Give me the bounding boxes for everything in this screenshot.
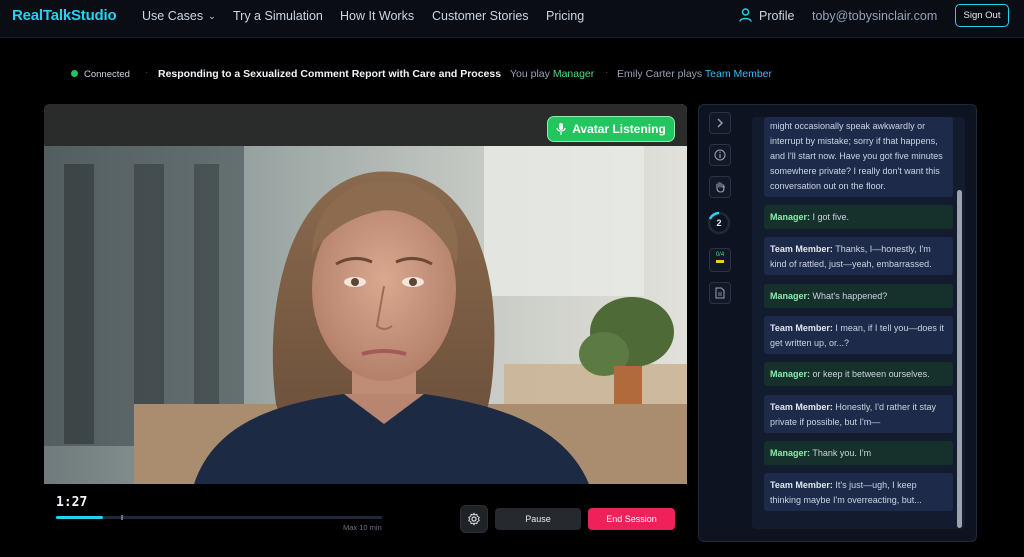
- nav-try-simulation[interactable]: Try a Simulation: [233, 9, 323, 23]
- connected-dot: [71, 70, 78, 77]
- badge-label: Avatar Listening: [572, 122, 666, 136]
- user-icon[interactable]: [739, 8, 752, 22]
- collapse-panel-button[interactable]: [709, 112, 731, 134]
- connection-status: Connected: [84, 69, 130, 80]
- session-timer: 1:27: [56, 495, 88, 510]
- separator: ·: [498, 67, 502, 78]
- transcript-scrollbar[interactable]: [957, 190, 962, 528]
- transcript-message: Manager: Thank you. I'm: [764, 441, 953, 465]
- document-icon: [715, 287, 725, 299]
- scenario-title: Responding to a Sexualized Comment Repor…: [158, 68, 502, 80]
- raise-hand-button[interactable]: [709, 176, 731, 198]
- transcript-message: Team Member: Thanks, I—honestly, I'm kin…: [764, 237, 953, 275]
- chevron-right-icon: [717, 118, 723, 128]
- avatar-listening-badge: Avatar Listening: [547, 116, 675, 142]
- info-icon: [714, 149, 726, 161]
- logo[interactable]: RealTalkStudio: [12, 7, 117, 24]
- nav-use-cases[interactable]: Use Cases ⌄: [142, 9, 216, 23]
- profile-link[interactable]: Profile: [759, 9, 794, 23]
- tasks-count: 0/4: [715, 252, 725, 258]
- progress-marker: [121, 515, 123, 520]
- end-session-button[interactable]: End Session: [588, 508, 675, 530]
- max-duration-label: Max 10 min: [343, 523, 382, 532]
- user-role: Manager: [552, 68, 595, 80]
- pause-button[interactable]: Pause: [495, 508, 581, 530]
- chevron-down-icon: ⌄: [208, 11, 216, 21]
- hand-icon: [716, 181, 725, 193]
- nav-pricing[interactable]: Pricing: [546, 9, 584, 23]
- transcript-message: Team Member: I mean, if I tell you—does …: [764, 316, 953, 354]
- nav-how-it-works[interactable]: How It Works: [340, 9, 414, 23]
- avatar-image: [44, 104, 687, 484]
- transcript-message: Team Member: Honestly, I'd rather it sta…: [764, 395, 953, 433]
- transcript-message: Manager: or keep it between ourselves.: [764, 362, 953, 386]
- settings-button[interactable]: [460, 505, 488, 533]
- user-email: toby@tobysinclair.com: [812, 9, 938, 23]
- transcript-message: Manager: What's happened?: [764, 284, 953, 308]
- avatar-role-label: Emily Carter plays Team Member: [617, 68, 773, 80]
- session-progress: [56, 516, 382, 519]
- gear-icon: [468, 512, 480, 526]
- avatar-role: Team Member: [704, 68, 773, 80]
- ring-count: 2: [716, 218, 722, 228]
- tasks-badge[interactable]: 0/4: [709, 248, 731, 272]
- separator: ·: [145, 67, 149, 78]
- top-nav: RealTalkStudio Use Cases ⌄ Try a Simulati…: [0, 0, 1024, 38]
- separator: ·: [605, 67, 609, 78]
- transcript-message: Manager: I got five.: [764, 205, 953, 229]
- you-play-label: You play Manager: [510, 68, 595, 80]
- transcript-message: might occasionally speak awkwardly or in…: [764, 117, 953, 197]
- info-button[interactable]: [709, 144, 731, 166]
- transcript-message: Team Member: It's just—ugh, I keep think…: [764, 473, 953, 511]
- avatar-video: [44, 104, 687, 484]
- notes-button[interactable]: [709, 282, 731, 304]
- trophy-icon: [716, 260, 724, 263]
- session-progress-fill: [56, 516, 104, 519]
- sign-out-button[interactable]: Sign Out: [955, 4, 1009, 27]
- microphone-icon: [556, 123, 566, 135]
- nav-customer-stories[interactable]: Customer Stories: [432, 9, 529, 23]
